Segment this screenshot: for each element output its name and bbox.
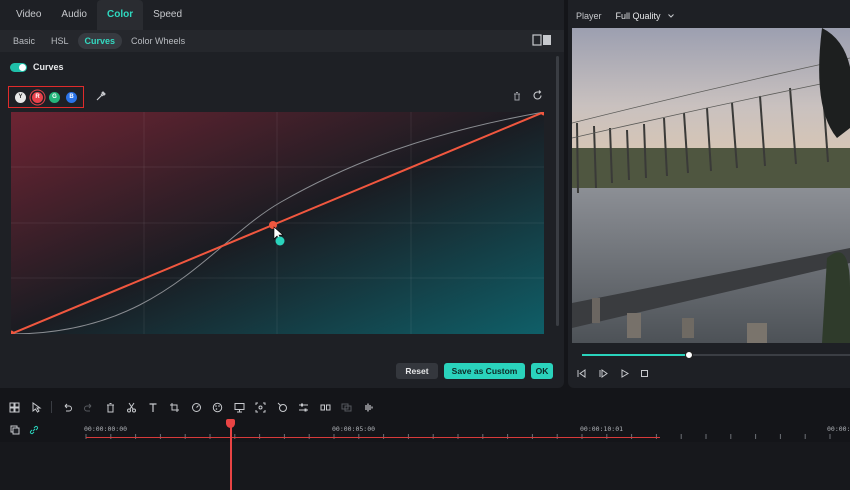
channel-blue-button[interactable]: B (66, 91, 77, 103)
split-clip-icon[interactable] (319, 401, 332, 414)
playback-scrubber[interactable] (685, 351, 694, 359)
channel-luma-button[interactable]: Y (15, 91, 26, 103)
adjust-sliders-icon[interactable] (297, 401, 310, 414)
ai-portrait-icon[interactable] (233, 401, 246, 414)
save-as-custom-button[interactable]: Save as Custom (444, 363, 525, 379)
text-icon[interactable] (147, 401, 160, 414)
add-track-icon[interactable] (10, 425, 20, 435)
trash-icon[interactable] (512, 91, 522, 101)
timestamp-0: 00:00:00:00 (84, 425, 128, 433)
quality-select[interactable]: Full Quality (616, 11, 661, 21)
color-palette-icon[interactable] (211, 401, 224, 414)
subtab-color-wheels[interactable]: Color Wheels (124, 33, 192, 49)
editor-window: Video Audio Color Speed Basic HSL Curves… (0, 0, 850, 490)
ok-button[interactable]: OK (531, 363, 553, 379)
playhead-handle[interactable] (226, 419, 235, 428)
tab-video[interactable]: Video (6, 0, 51, 30)
subtab-basic[interactable]: Basic (6, 33, 42, 49)
channel-red-button[interactable]: R (32, 91, 43, 103)
motion-track-icon[interactable] (276, 401, 289, 414)
playback-progress-fill (582, 354, 690, 356)
compare-view-icon[interactable] (532, 34, 552, 46)
subtab-hsl[interactable]: HSL (44, 33, 76, 49)
select-tool-icon[interactable] (30, 401, 43, 414)
previous-frame-icon[interactable] (576, 368, 587, 379)
reset-button[interactable]: Reset (396, 363, 438, 379)
tab-speed[interactable]: Speed (143, 0, 192, 30)
player-header: Player Full Quality (568, 6, 675, 26)
timeline-toolbar (0, 396, 850, 418)
scissors-icon[interactable] (125, 401, 138, 414)
property-tabs: Video Audio Color Speed (0, 0, 192, 30)
audio-waveform-icon[interactable] (362, 401, 375, 414)
timestamp-5s: 00:00:05:00 (332, 425, 376, 433)
curve-point-mid[interactable] (269, 221, 277, 229)
tab-audio[interactable]: Audio (51, 0, 97, 30)
subtab-curves[interactable]: Curves (77, 33, 123, 49)
next-frame-icon[interactable] (598, 368, 609, 379)
player-panel: Player Full Quality (568, 0, 850, 388)
video-preview (572, 28, 850, 343)
curves-section-label: Curves (33, 62, 64, 72)
speed-icon[interactable] (190, 401, 203, 414)
link-icon[interactable] (29, 425, 39, 435)
drag-hint-icon (275, 236, 285, 246)
reset-curve-icon[interactable] (532, 90, 543, 101)
timeline-tracks[interactable] (0, 442, 850, 490)
color-panel: Video Audio Color Speed Basic HSL Curves… (0, 0, 564, 388)
render-bar (86, 437, 660, 438)
timestamp-15s: 00:00:1 (827, 425, 850, 433)
stop-icon[interactable] (639, 368, 650, 379)
play-icon[interactable] (619, 368, 630, 379)
playback-progress[interactable] (582, 351, 850, 359)
playhead[interactable] (230, 426, 232, 490)
timestamp-10s: 00:00:10:01 (580, 425, 624, 433)
delete-icon[interactable] (104, 401, 117, 414)
player-label: Player (576, 11, 602, 21)
focus-icon[interactable] (254, 401, 267, 414)
curves-toggle[interactable] (10, 62, 27, 72)
detach-audio-icon[interactable] (340, 401, 353, 414)
layout-grid-icon[interactable] (8, 401, 21, 414)
curves-section-header: Curves (0, 56, 556, 78)
channel-selector: Y R G B (8, 86, 84, 108)
undo-icon[interactable] (61, 401, 74, 414)
chevron-down-icon[interactable] (667, 12, 675, 20)
channel-green-button[interactable]: G (49, 91, 60, 103)
panel-scrollbar[interactable] (556, 56, 559, 326)
tab-color[interactable]: Color (96, 0, 144, 30)
redo-icon[interactable] (82, 401, 95, 414)
crop-icon[interactable] (168, 401, 181, 414)
toolbar-divider (51, 401, 52, 413)
color-subtabs: Basic HSL Curves Color Wheels (0, 30, 564, 52)
curve-graph[interactable] (11, 112, 544, 334)
eyedropper-icon[interactable] (96, 91, 106, 101)
